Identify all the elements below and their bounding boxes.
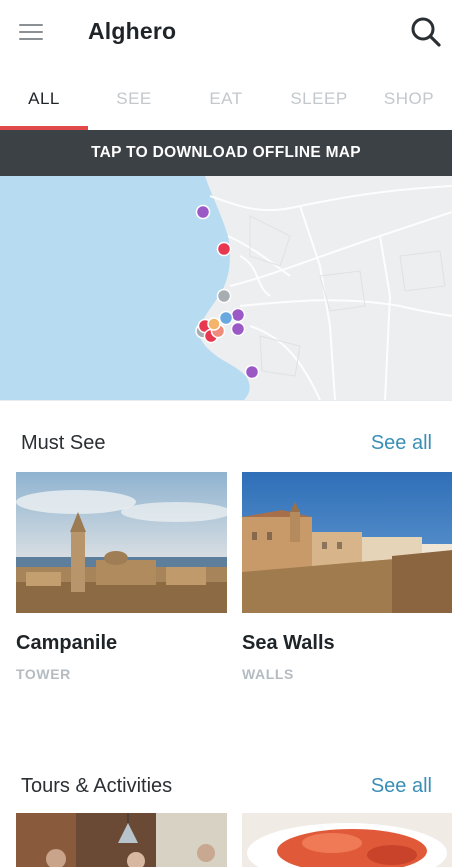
map-view[interactable] (0, 176, 452, 400)
download-offline-map-button[interactable]: TAP TO DOWNLOAD OFFLINE MAP (0, 130, 452, 176)
map-pin (207, 317, 221, 331)
tour-card-1-photo[interactable] (16, 813, 227, 867)
category-tabs: ALL SEE EAT SLEEP SHOP (0, 68, 452, 130)
tab-sleep[interactable]: SLEEP (272, 68, 366, 130)
must-see-heading: Must See (21, 432, 106, 454)
poi-name: Sea Walls (242, 632, 335, 654)
tours-activities-heading: Tours & Activities (21, 775, 173, 797)
campanile-photo (16, 472, 227, 613)
poi-card-campanile[interactable]: Campanile TOWER (16, 472, 227, 692)
search-icon[interactable] (410, 16, 442, 48)
map-pin (218, 310, 234, 326)
poi-category: TOWER (16, 666, 71, 682)
poi-card-sea-walls[interactable]: Sea Walls WALLS (242, 472, 452, 692)
top-bar: Alghero (0, 0, 452, 68)
page-title: Alghero (88, 18, 177, 44)
divider (0, 400, 452, 401)
hamburger-menu-icon[interactable] (19, 24, 43, 42)
map-pin (195, 204, 211, 220)
tab-shop[interactable]: SHOP (366, 68, 452, 130)
map-pin (216, 241, 232, 257)
poi-name: Campanile (16, 632, 118, 654)
map-pin (230, 307, 246, 323)
tab-see[interactable]: SEE (88, 68, 180, 130)
tours-see-all-link[interactable]: See all (371, 775, 432, 798)
poi-category: WALLS (242, 666, 294, 682)
map-pin (216, 288, 232, 304)
tour-card-2-photo[interactable] (242, 813, 452, 867)
sea-walls-photo (242, 472, 452, 613)
map-pin (244, 364, 260, 380)
tab-all[interactable]: ALL (0, 68, 88, 130)
must-see-see-all-link[interactable]: See all (371, 432, 432, 455)
map-pin (230, 321, 246, 337)
tab-eat[interactable]: EAT (180, 68, 272, 130)
